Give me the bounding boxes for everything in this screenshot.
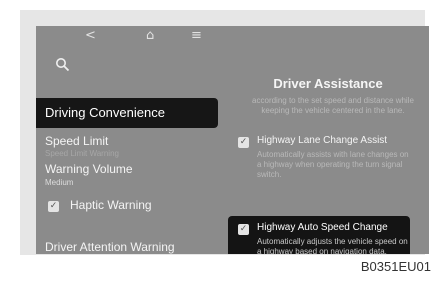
haptic-warning-checkbox[interactable]: ✓	[48, 201, 59, 212]
home-icon[interactable]: ⌂	[146, 28, 154, 44]
warning-volume-value: Medium	[45, 178, 74, 187]
haptic-warning-label[interactable]: Haptic Warning	[70, 198, 152, 212]
panel-title: Driver Assistance	[273, 76, 383, 91]
speed-limit-warning-label: Speed Limit Warning	[45, 149, 119, 158]
menu-item-driver-attention-warning[interactable]: Driver Attention Warning	[45, 240, 175, 254]
figure-code: B0351EU01	[360, 259, 431, 274]
hlca-label[interactable]: Highway Lane Change Assist	[257, 135, 387, 146]
menu-item-warning-volume[interactable]: Warning Volume	[45, 162, 133, 176]
image-frame: < ⌂ ≡ Driving Convenience Speed Limit Sp…	[20, 10, 429, 255]
back-icon[interactable]: <	[85, 28, 96, 44]
search-icon[interactable]	[55, 57, 70, 76]
hlca-checkbox[interactable]: ✓	[238, 137, 249, 148]
menu-icon[interactable]: ≡	[191, 28, 202, 44]
hasc-checkbox[interactable]: ✓	[238, 224, 249, 235]
top-bar: < ⌂ ≡	[36, 26, 429, 48]
menu-item-speed-limit[interactable]: Speed Limit	[45, 134, 108, 148]
infotainment-screen: < ⌂ ≡ Driving Convenience Speed Limit Sp…	[36, 26, 429, 254]
hasc-description: Automatically adjusts the vehicle speed …	[257, 237, 408, 254]
menu-item-driving-convenience[interactable]: Driving Convenience	[36, 98, 218, 128]
scc-description: according to the set speed and distance …	[252, 96, 414, 115]
hasc-label[interactable]: Highway Auto Speed Change	[257, 222, 388, 233]
hlca-description: Automatically assists with lane changes …	[257, 150, 409, 179]
